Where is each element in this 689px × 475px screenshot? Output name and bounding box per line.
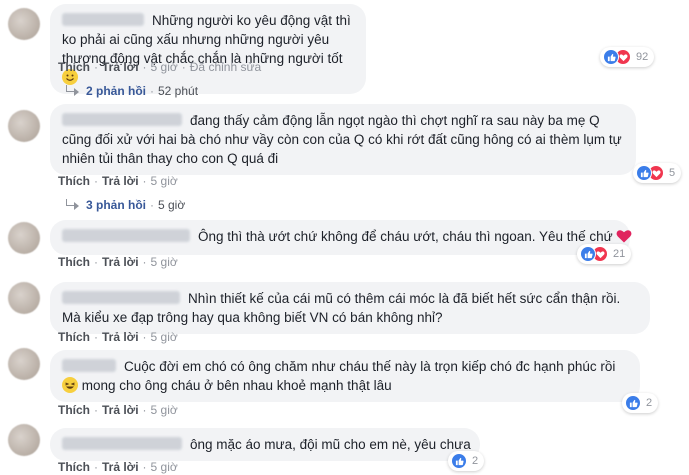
replies-time: 52 phút bbox=[158, 84, 199, 98]
like-link[interactable]: Thích bbox=[58, 174, 90, 188]
commenter-name[interactable] bbox=[62, 229, 190, 242]
like-link[interactable]: Thích bbox=[58, 60, 90, 74]
like-reaction-icon bbox=[625, 395, 641, 411]
comment-time[interactable]: 5 giờ bbox=[151, 174, 178, 188]
avatar[interactable] bbox=[8, 110, 40, 142]
comment-bubble: đang thấy cảm động lẫn ngọt ngào thì chợ… bbox=[50, 104, 636, 175]
comment-time[interactable]: 5 giờ bbox=[151, 460, 178, 474]
replies-count[interactable]: 2 phản hồi bbox=[86, 84, 146, 98]
commenter-name[interactable] bbox=[62, 13, 144, 26]
like-reaction-icon bbox=[636, 165, 652, 181]
avatar[interactable] bbox=[8, 282, 40, 314]
reply-link[interactable]: Trả lời bbox=[102, 460, 139, 474]
comment-text: ông mặc áo mưa, đội mũ cho em nè, yêu ch… bbox=[190, 437, 471, 452]
comment-actions: Thích · Trả lời · 5 giờ bbox=[58, 174, 178, 188]
comment-actions: Thích · Trả lời · 5 giờ bbox=[58, 460, 178, 474]
reply-link[interactable]: Trả lời bbox=[102, 403, 139, 417]
commenter-name[interactable] bbox=[62, 359, 116, 372]
comment-bubble: Nhìn thiết kế của cái mũ có thêm cái móc… bbox=[50, 282, 650, 334]
like-reaction-icon bbox=[603, 49, 619, 65]
comment-time[interactable]: 5 giờ bbox=[151, 403, 178, 417]
comment-time[interactable]: 5 giờ bbox=[151, 330, 178, 344]
reaction-count: 92 bbox=[636, 51, 649, 63]
view-replies-link[interactable]: 2 phản hồi · 52 phút bbox=[66, 84, 198, 98]
reactions-badge[interactable]: 92 bbox=[600, 47, 655, 67]
like-link[interactable]: Thích bbox=[58, 403, 90, 417]
reaction-count: 5 bbox=[669, 167, 676, 179]
comment-text: Ông thì thà ướt chứ không để cháu ướt, c… bbox=[198, 229, 613, 244]
comment-actions: Thích · Trả lời · 5 giờ bbox=[58, 403, 178, 417]
like-link[interactable]: Thích bbox=[58, 330, 90, 344]
laughing-emoji-icon bbox=[62, 377, 78, 393]
like-reaction-icon bbox=[580, 246, 596, 262]
reply-link[interactable]: Trả lời bbox=[102, 60, 139, 74]
commenter-name[interactable] bbox=[62, 113, 182, 126]
comment-actions: Thích · Trả lời · 5 giờ bbox=[58, 330, 178, 344]
comment-text: Cuộc đời em chó có ông chăm như cháu thế… bbox=[124, 359, 616, 374]
comment-actions: Thích · Trả lời · 5 giờ bbox=[58, 255, 178, 269]
avatar[interactable] bbox=[8, 8, 40, 40]
reactions-badge[interactable]: 21 bbox=[577, 244, 632, 264]
reply-arrow-icon bbox=[66, 199, 80, 210]
like-link[interactable]: Thích bbox=[58, 255, 90, 269]
reactions-badge[interactable]: 5 bbox=[633, 163, 682, 183]
edited-label[interactable]: Đã chỉnh sửa bbox=[190, 60, 261, 74]
reactions-badge[interactable]: 2 bbox=[448, 451, 485, 471]
comment-bubble: Những người ko yêu động vật thì ko phải … bbox=[50, 4, 366, 94]
view-replies-link[interactable]: 3 phản hồi · 5 giờ bbox=[66, 198, 185, 212]
reaction-count: 21 bbox=[613, 248, 626, 260]
replies-count[interactable]: 3 phản hồi bbox=[86, 198, 146, 212]
avatar[interactable] bbox=[8, 424, 40, 456]
avatar[interactable] bbox=[8, 348, 40, 380]
reply-arrow-icon bbox=[66, 85, 80, 96]
commenter-name[interactable] bbox=[62, 291, 180, 304]
reply-link[interactable]: Trả lời bbox=[102, 330, 139, 344]
comment-bubble: ông mặc áo mưa, đội mũ cho em nè, yêu ch… bbox=[50, 428, 480, 461]
comment-text-continued: mong cho ông cháu ở bên nhau khoẻ mạnh t… bbox=[81, 378, 392, 393]
avatar[interactable] bbox=[8, 222, 40, 254]
commenter-name[interactable] bbox=[62, 437, 182, 450]
comment-time[interactable]: 5 giờ bbox=[151, 60, 178, 74]
like-link[interactable]: Thích bbox=[58, 460, 90, 474]
comment-time[interactable]: 5 giờ bbox=[151, 255, 178, 269]
comment-actions: Thích · Trả lời · 5 giờ · Đã chỉnh sửa bbox=[58, 60, 262, 74]
comment-bubble: Ông thì thà ướt chứ không để cháu ướt, c… bbox=[50, 220, 632, 255]
reaction-count: 2 bbox=[646, 397, 653, 409]
reply-link[interactable]: Trả lời bbox=[102, 174, 139, 188]
replies-time: 5 giờ bbox=[158, 198, 186, 212]
reaction-count: 2 bbox=[472, 455, 479, 467]
comment-bubble: Cuộc đời em chó có ông chăm như cháu thế… bbox=[50, 350, 640, 402]
reactions-badge[interactable]: 2 bbox=[622, 393, 659, 413]
reply-link[interactable]: Trả lời bbox=[102, 255, 139, 269]
like-reaction-icon bbox=[451, 453, 467, 469]
